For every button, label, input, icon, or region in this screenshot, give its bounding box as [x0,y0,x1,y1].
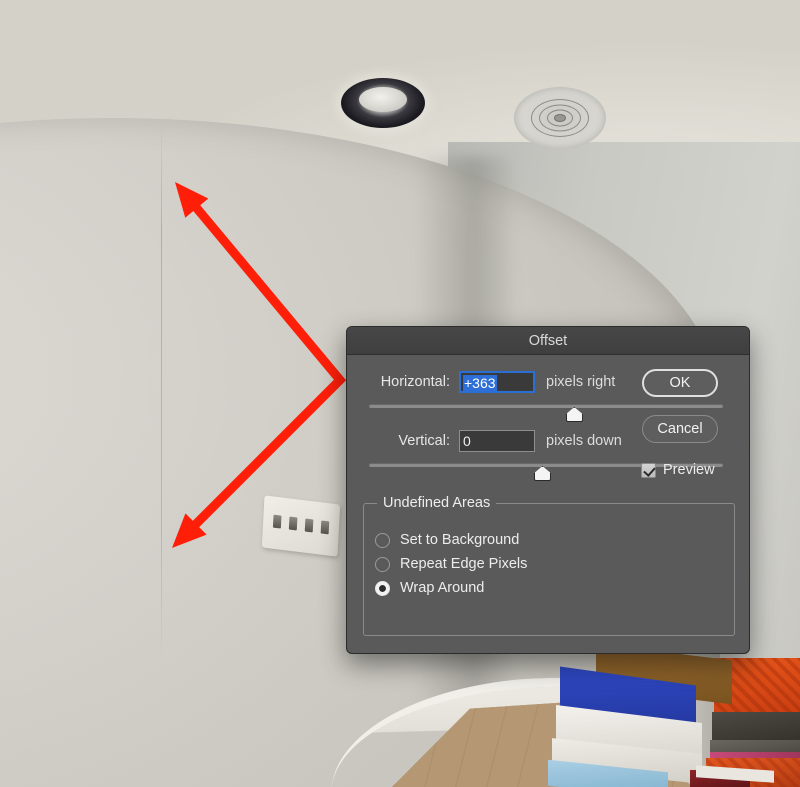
radio-repeat-edge-pixels-label: Repeat Edge Pixels [400,556,528,572]
radio-repeat-edge-pixels-indicator[interactable] [375,556,390,572]
storage-box-dark-1 [712,712,800,742]
horizontal-input-value: +363 [463,375,497,391]
ok-button[interactable]: OK [642,369,718,397]
switch-toggle-3 [304,518,314,533]
round-ceiling-vent-icon [514,87,606,149]
vertical-input[interactable]: 0 [459,430,535,452]
horizontal-slider-track[interactable] [369,404,723,408]
dialog-titlebar: Offset [347,327,749,355]
radio-wrap-around-indicator[interactable] [375,580,390,596]
panorama-stitch-seam [161,120,162,665]
horizontal-label: Horizontal: [380,374,450,390]
radio-wrap-around[interactable]: Wrap Around [364,576,734,600]
vertical-suffix: pixels down [546,433,622,449]
horizontal-input[interactable]: +363 [459,371,535,393]
screenshot-root: Offset Horizontal: +363 pixels right Ver… [0,0,800,787]
radio-set-to-background[interactable]: Set to Background [364,528,734,552]
preview-label: Preview [663,462,715,478]
preview-checkbox[interactable] [641,462,656,478]
dialog-title: Offset [528,333,568,349]
switch-toggle-4 [320,520,330,535]
offset-dialog[interactable]: Offset Horizontal: +363 pixels right Ver… [346,326,750,654]
cancel-button[interactable]: Cancel [642,415,718,443]
switch-toggle-2 [288,516,298,531]
vent-ring-4 [554,114,566,122]
switch-toggle-1 [272,514,282,529]
radio-wrap-around-label: Wrap Around [400,580,485,596]
radio-repeat-edge-pixels[interactable]: Repeat Edge Pixels [364,552,734,576]
horizontal-suffix: pixels right [546,374,616,390]
undefined-areas-options: Set to Background Repeat Edge Pixels Wra… [364,504,734,600]
horizontal-slider-thumb[interactable] [565,407,583,422]
preview-checkbox-row[interactable]: Preview [641,462,715,478]
vertical-label: Vertical: [398,433,450,449]
four-gang-light-switch [261,495,341,557]
recessed-can-light-icon [341,78,425,128]
undefined-areas-group: Undefined Areas Set to Background Repeat… [363,495,735,636]
radio-set-to-background-label: Set to Background [400,532,520,548]
undefined-areas-title: Undefined Areas [377,495,497,511]
radio-set-to-background-indicator[interactable] [375,532,390,548]
vertical-slider-thumb[interactable] [533,466,551,481]
